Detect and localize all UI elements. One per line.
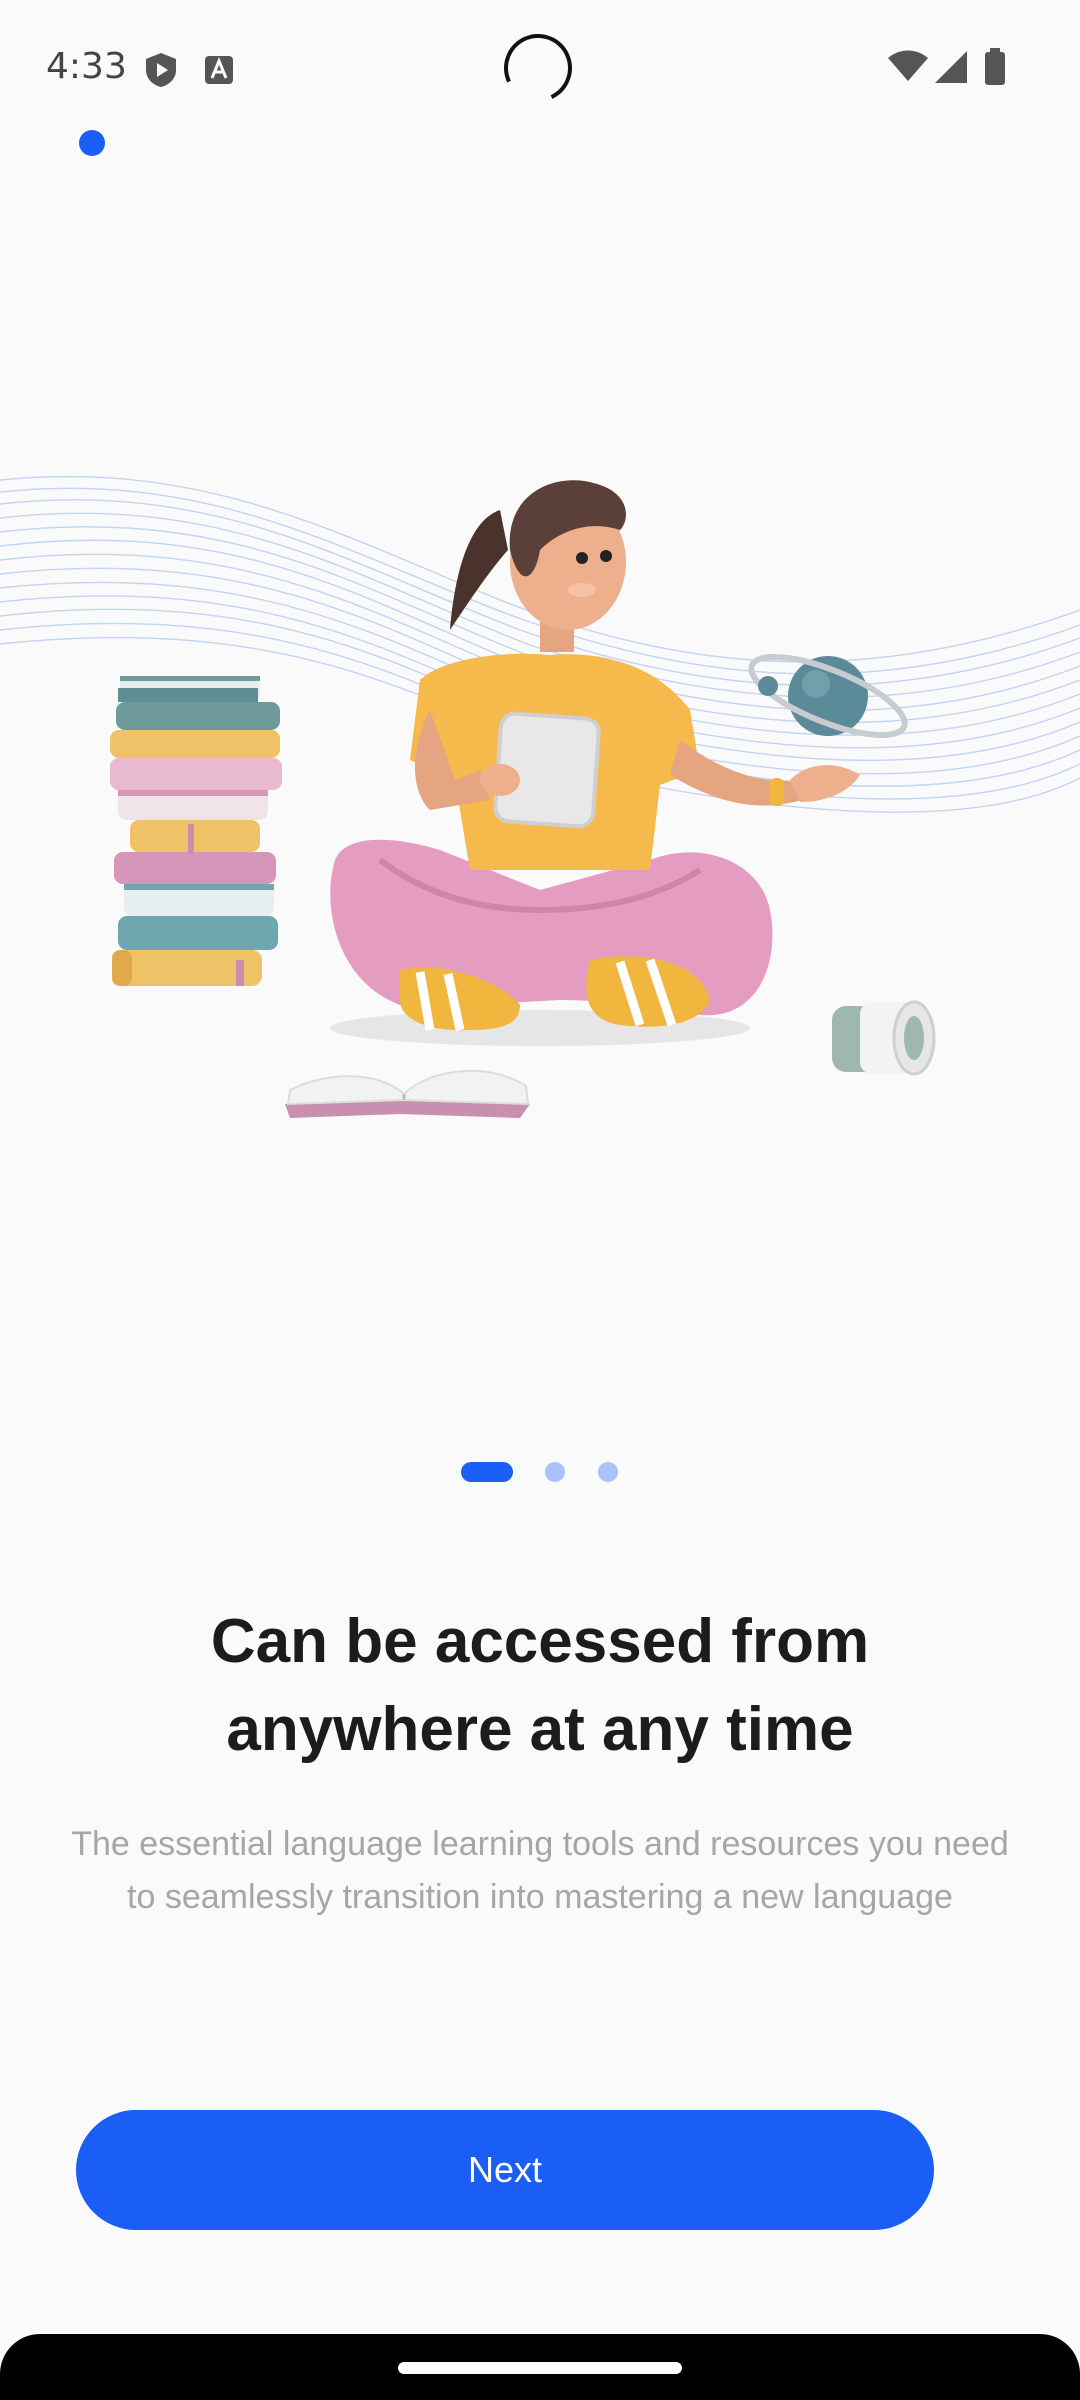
text-a-icon: [204, 55, 234, 90]
onboarding-description: The essential language learning tools an…: [71, 1825, 1009, 1916]
next-button[interactable]: Next: [76, 2110, 934, 2230]
shield-play-icon: [144, 52, 178, 93]
onboarding-illustration: [0, 440, 1080, 1140]
onboarding-title: Can be accessed from anywhere at any tim…: [80, 1598, 1000, 1774]
page-indicator-dot: [598, 1462, 618, 1482]
title-line: anywhere at any time: [226, 1695, 854, 1764]
cellular-signal-icon: [934, 50, 968, 89]
front-camera-cutout: [494, 24, 582, 112]
page-indicator: [0, 1462, 1080, 1484]
wifi-icon: [888, 50, 928, 87]
page-indicator-dot-active: [461, 1462, 513, 1482]
home-indicator[interactable]: [398, 2362, 682, 2374]
status-time: 4:33: [46, 46, 127, 87]
status-bar: 4:33: [0, 0, 1080, 140]
debug-indicator-dot: [79, 130, 105, 156]
battery-icon: [984, 48, 1006, 91]
title-line: Can be accessed from: [210, 1607, 870, 1676]
page-indicator-dot: [545, 1462, 565, 1482]
